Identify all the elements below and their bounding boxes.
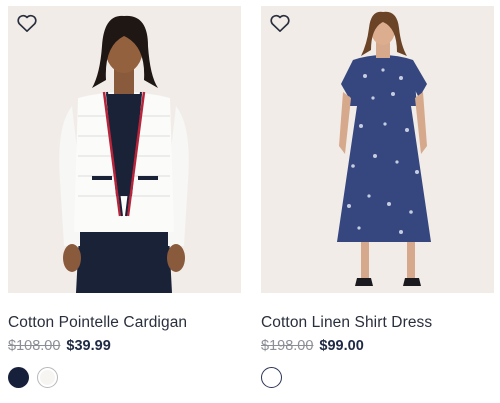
dress-photo: [261, 6, 494, 293]
product-name[interactable]: Cotton Pointelle Cardigan: [8, 314, 187, 332]
sale-price: $39.99: [66, 338, 111, 354]
color-swatches: [8, 367, 58, 388]
wishlist-heart-icon[interactable]: [269, 13, 291, 33]
product-grid: Cotton Pointelle Cardigan $108.00 $39.99: [8, 6, 494, 398]
product-price: $198.00 $99.00: [261, 338, 364, 354]
wishlist-heart-icon[interactable]: [16, 13, 38, 33]
product-card: Cotton Pointelle Cardigan $108.00 $39.99: [8, 6, 241, 388]
product-name[interactable]: Cotton Linen Shirt Dress: [261, 314, 432, 332]
sale-price: $99.00: [319, 338, 364, 354]
swatch-navy-print[interactable]: [261, 367, 282, 388]
swatch-white[interactable]: [37, 367, 58, 388]
product-card: Cotton Linen Shirt Dress $198.00 $99.00: [261, 6, 494, 388]
original-price: $108.00: [8, 338, 61, 354]
product-price: $108.00 $39.99: [8, 338, 111, 354]
original-price: $198.00: [261, 338, 314, 354]
cardigan-photo: [8, 6, 241, 293]
product-image[interactable]: [8, 6, 241, 293]
color-swatches: [261, 367, 282, 388]
swatch-navy[interactable]: [8, 367, 29, 388]
product-image[interactable]: [261, 6, 494, 293]
